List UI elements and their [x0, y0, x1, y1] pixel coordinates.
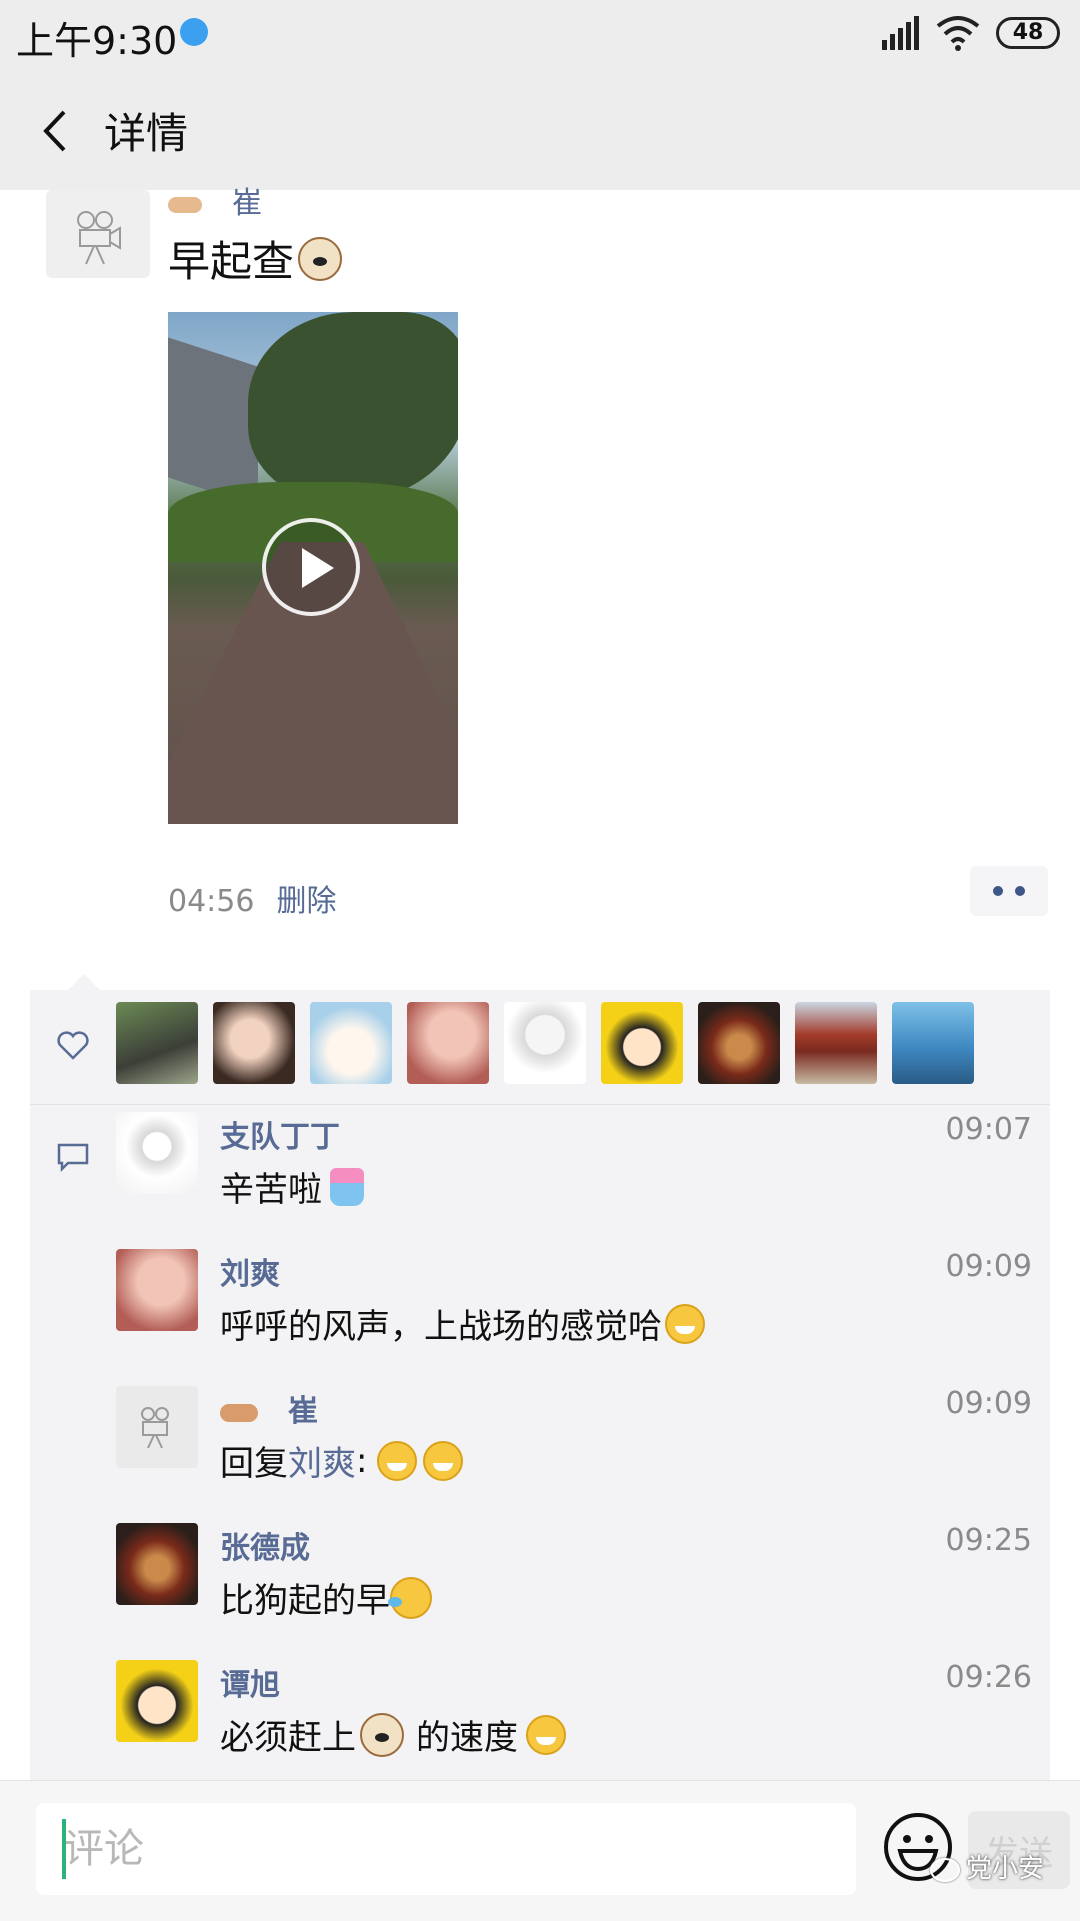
interaction-panel: 支队丁丁 09:07 辛苦啦 刘爽 09:09 呼呼的风声，上战场的感觉哈 崔 …: [30, 974, 1050, 1780]
post-text-content: 早起查: [168, 237, 295, 286]
page-title: 详情: [104, 109, 189, 158]
top-bar: 详情: [0, 72, 1080, 190]
comment-author[interactable]: 刘爽: [220, 1249, 280, 1293]
comment-text: 呼呼的风声，上战场的感觉哈: [220, 1299, 708, 1348]
grinning-face-icon: [377, 1440, 418, 1481]
like-avatar[interactable]: [698, 1002, 780, 1084]
video-scene-tree: [248, 312, 458, 502]
like-avatar[interactable]: [407, 1002, 489, 1084]
comment-text: 辛苦啦: [220, 1162, 364, 1211]
like-avatar[interactable]: [213, 1002, 295, 1084]
heart-icon: [57, 1031, 89, 1060]
comment-author[interactable]: 崔: [288, 1394, 318, 1429]
comment-avatar[interactable]: [116, 1112, 198, 1194]
dog-face-icon: [298, 236, 343, 281]
post-meta: 04:56 删除: [168, 876, 336, 920]
status-time: 上午9:30: [16, 19, 178, 63]
comment-avatar[interactable]: [116, 1660, 198, 1742]
delete-button[interactable]: 删除: [276, 884, 336, 919]
post-author-name-row: 崔: [168, 178, 262, 222]
post-text: 早起查: [168, 228, 346, 289]
comment-text-part-a: 必须赶上: [220, 1718, 356, 1758]
comment-author-row: 崔: [220, 1386, 318, 1430]
comment-time: 09:26: [945, 1660, 1032, 1695]
grinning-face-icon: [423, 1440, 464, 1481]
reply-prefix: 回复: [220, 1444, 288, 1484]
more-options-button[interactable]: [970, 866, 1048, 916]
comment-composer: 发送: [0, 1780, 1080, 1921]
reply-suffix: :: [356, 1440, 368, 1481]
play-button-icon[interactable]: [262, 518, 360, 616]
like-avatar[interactable]: [892, 1002, 974, 1084]
pointing-hand-icon: [220, 1403, 258, 1422]
comment-text: 比狗起的早: [220, 1573, 432, 1622]
video-thumbnail[interactable]: [168, 312, 458, 824]
tears-of-joy-icon: [388, 1576, 432, 1619]
comment-author[interactable]: 支队丁丁: [220, 1112, 340, 1156]
comment-input[interactable]: [36, 1803, 856, 1895]
comment-time: 09:07: [945, 1112, 1032, 1147]
comment-avatar[interactable]: [116, 1386, 198, 1468]
comment-item[interactable]: 崔 09:09 回复 刘爽:: [116, 1386, 1036, 1523]
wifi-icon: [936, 16, 980, 51]
battery-icon: 48: [996, 17, 1060, 49]
post-author-avatar[interactable]: [46, 190, 150, 278]
like-avatar[interactable]: [310, 1002, 392, 1084]
watermark-text: 党小安: [966, 1854, 1045, 1884]
comment-item[interactable]: 支队丁丁 09:07 辛苦啦: [116, 1112, 1036, 1249]
like-avatar[interactable]: [504, 1002, 586, 1084]
movie-camera-icon: [77, 211, 121, 265]
comment-text-content: 辛苦啦: [220, 1170, 322, 1210]
movie-camera-icon: [141, 1407, 169, 1449]
like-avatar[interactable]: [601, 1002, 683, 1084]
text-cursor: [62, 1819, 66, 1879]
comment-text: 回复 刘爽:: [220, 1436, 466, 1485]
comment-avatar[interactable]: [116, 1249, 198, 1331]
pointing-hand-icon: [168, 196, 202, 213]
grinning-face-icon: [665, 1303, 705, 1344]
comment-text-content: 比狗起的早: [220, 1581, 390, 1621]
comment-item[interactable]: 谭旭 09:26 必须赶上 的速度: [116, 1660, 1036, 1797]
wechat-logo-icon: [930, 1857, 960, 1882]
status-bar: 上午9:30 48: [0, 0, 1080, 72]
comment-icon: [57, 1143, 89, 1172]
dot-icon: [1015, 886, 1025, 896]
comment-text-part-b: 的速度: [416, 1718, 518, 1758]
dot-icon: [993, 886, 1003, 896]
post-time: 04:56: [168, 884, 255, 919]
comment-item[interactable]: 张德成 09:25 比狗起的早: [116, 1523, 1036, 1660]
comment-time: 09:25: [945, 1523, 1032, 1558]
reply-target-link[interactable]: 刘爽: [288, 1436, 356, 1485]
back-button[interactable]: [30, 98, 90, 164]
notification-bubble-icon: [180, 18, 208, 46]
shaved-ice-icon: [330, 1167, 364, 1206]
comment-item[interactable]: 刘爽 09:09 呼呼的风声，上战场的感觉哈: [116, 1249, 1036, 1386]
panel-divider: [30, 1104, 1050, 1105]
like-avatar[interactable]: [116, 1002, 198, 1084]
watermark: 党小安: [930, 1848, 1044, 1885]
dog-face-icon: [360, 1712, 404, 1757]
likes-avatar-list: [116, 1002, 989, 1084]
video-scene-bridge: [168, 337, 258, 507]
grinning-face-icon: [526, 1714, 566, 1755]
comment-avatar[interactable]: [116, 1523, 198, 1605]
comment-text: 必须赶上 的速度: [220, 1710, 569, 1759]
comment-list: 支队丁丁 09:07 辛苦啦 刘爽 09:09 呼呼的风声，上战场的感觉哈 崔 …: [116, 1112, 1036, 1797]
like-avatar[interactable]: [795, 1002, 877, 1084]
cell-signal-icon: [882, 16, 919, 50]
comment-time: 09:09: [945, 1386, 1032, 1421]
comment-author[interactable]: 张德成: [220, 1523, 310, 1567]
comment-time: 09:09: [945, 1249, 1032, 1284]
comment-author[interactable]: 谭旭: [220, 1660, 280, 1704]
comment-text-content: 呼呼的风声，上战场的感觉哈: [220, 1307, 662, 1347]
post-author-name[interactable]: 崔: [232, 186, 262, 221]
